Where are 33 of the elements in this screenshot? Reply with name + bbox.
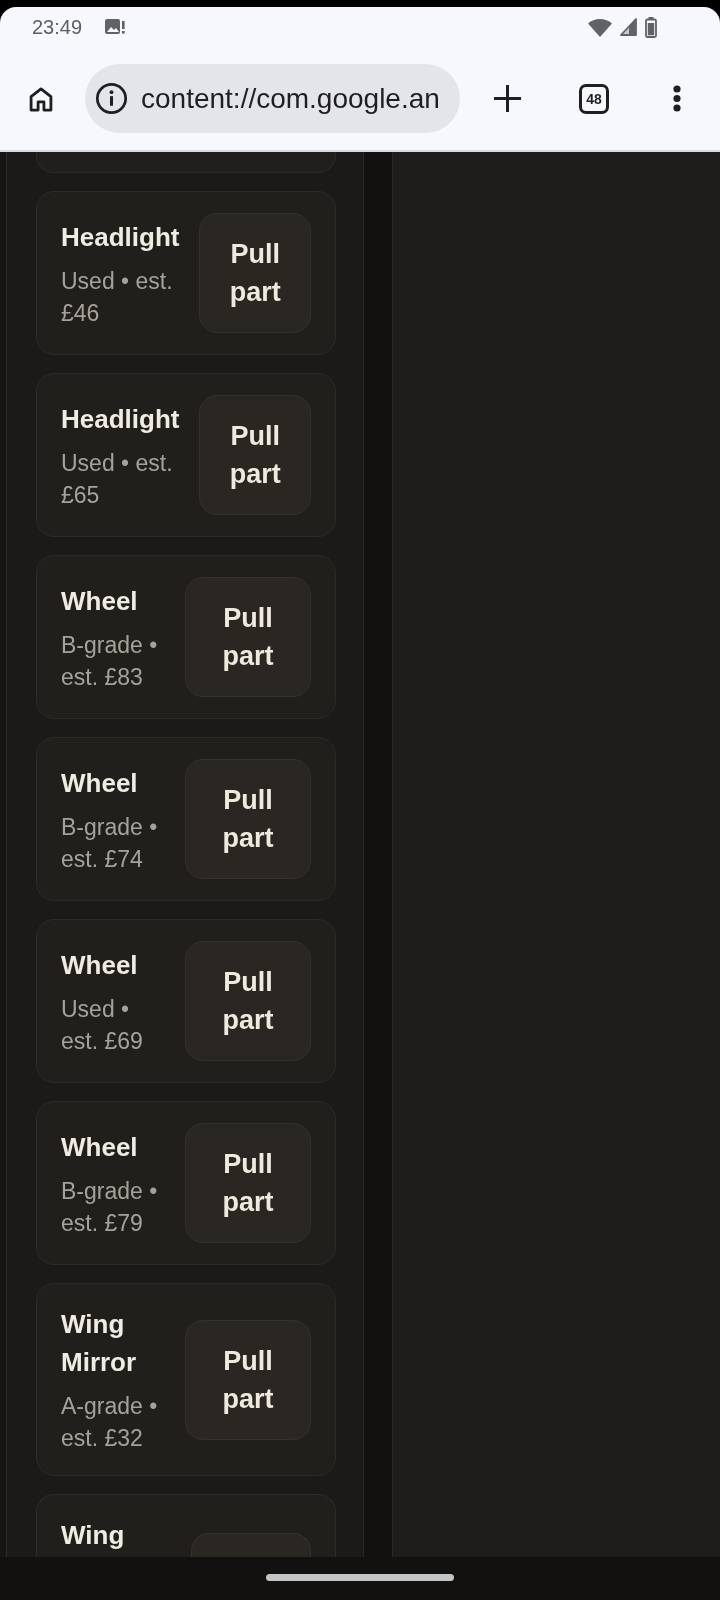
part-details: B-grade • est. £83 bbox=[61, 630, 159, 692]
more-menu-icon[interactable] bbox=[673, 85, 681, 112]
pull-part-button[interactable]: Pull part bbox=[185, 1319, 311, 1440]
pull-part-button[interactable]: Pull part bbox=[185, 1123, 311, 1243]
signal-icon bbox=[620, 18, 637, 36]
part-name: Wheel bbox=[61, 948, 139, 982]
info-icon[interactable] bbox=[95, 82, 128, 115]
battery-icon bbox=[645, 16, 657, 38]
part-name: Headlight bbox=[61, 220, 180, 254]
part-details: A-grade • est. £32 bbox=[61, 1392, 159, 1453]
part-details: Used • est. £69 bbox=[61, 994, 144, 1056]
wifi-icon bbox=[588, 17, 612, 37]
part-name: Wheel bbox=[61, 1130, 139, 1164]
part-details: B-grade • est. £79 bbox=[61, 1176, 159, 1238]
part-name: Wing bbox=[61, 1519, 125, 1552]
part-name: Wing Mirror bbox=[61, 1308, 138, 1379]
pull-part-button[interactable]: Pull part bbox=[185, 577, 311, 697]
new-tab-plus-icon[interactable] bbox=[493, 84, 522, 113]
status-time: 23:49 bbox=[32, 17, 83, 37]
gesture-handle[interactable] bbox=[266, 1574, 454, 1581]
pull-part-button[interactable]: Pull part bbox=[185, 941, 311, 1061]
pull-part-button[interactable]: Pull part bbox=[185, 759, 311, 879]
address-bar[interactable]: content://com.google.an bbox=[85, 64, 460, 133]
part-details: B-grade • est. £74 bbox=[61, 812, 159, 874]
part-name: Wheel bbox=[61, 584, 139, 618]
picture-icon bbox=[105, 18, 126, 36]
pull-part-button[interactable]: Pull part bbox=[199, 213, 311, 333]
part-name: Wheel bbox=[61, 766, 139, 800]
pull-part-button[interactable]: Pull part bbox=[199, 395, 311, 515]
part-details: Used • est. £46 bbox=[61, 266, 174, 328]
tab-switcher-button[interactable]: 48 bbox=[579, 83, 609, 114]
part-details: Used • est. £65 bbox=[61, 448, 174, 510]
part-name: Headlight bbox=[61, 402, 180, 436]
